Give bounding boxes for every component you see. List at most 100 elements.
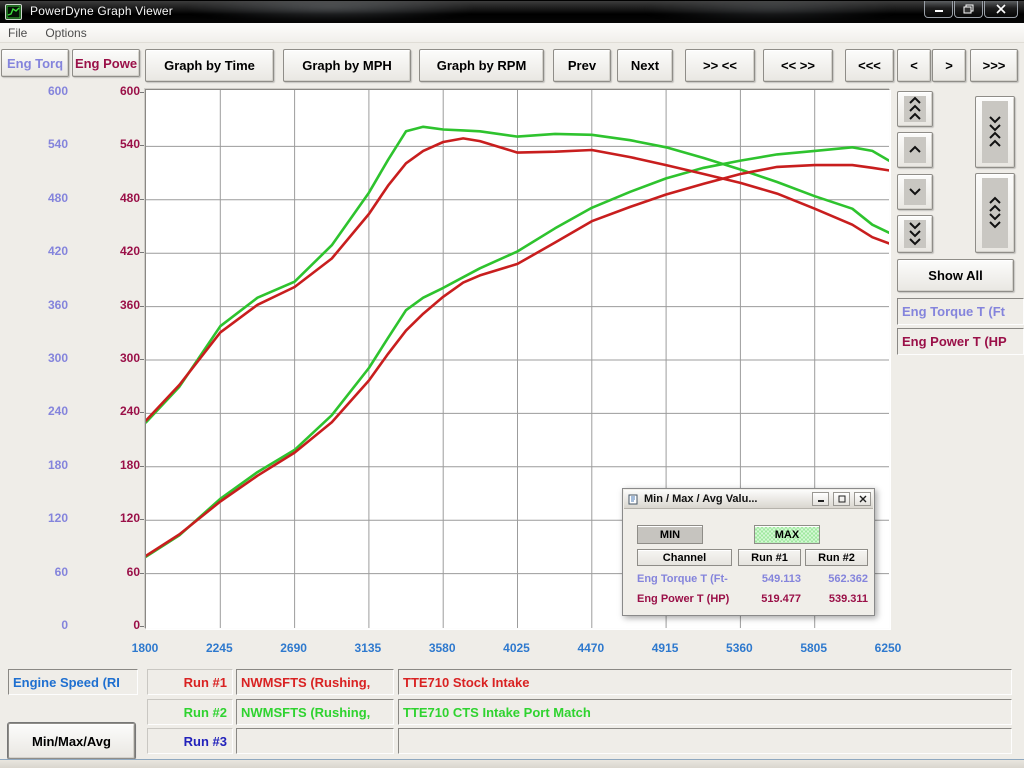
menu-file[interactable]: File [8,26,27,40]
torque-channel-label-box: Eng Torque T (Ft [897,298,1024,325]
close-icon [859,495,867,503]
legend-file-box-2: NWMSFTS (Rushing, [236,699,394,725]
rpm-tick-6250: 6250 [858,641,918,655]
minmax-minimize-button[interactable] [812,492,829,506]
minmax-row-channel: Eng Power T (HP) [637,593,729,605]
jump-right-button[interactable]: >>> [970,49,1018,82]
minimize-icon [934,5,944,13]
power-tick-300: 300 [80,351,140,365]
power-tick-120: 120 [80,511,140,525]
torque-tick-180: 180 [8,458,68,472]
graph-by-rpm-button[interactable]: Graph by RPM [419,49,544,82]
x-channel-box: Engine Speed (RI [8,669,138,695]
prev-button-label: Prev [568,58,596,73]
torque-tick-300: 300 [8,351,68,365]
next-button-label: Next [631,58,659,73]
max-tab-button[interactable]: MAX [754,525,820,544]
zoom-out-range-button[interactable] [975,173,1015,253]
power-channel-label-box: Eng Power T (HP [897,328,1024,355]
menu-options[interactable]: Options [45,26,86,40]
power-axis-label: Eng Powe [75,56,137,71]
zoom-in-button[interactable]: >> << [685,49,755,82]
rpm-tick-4025: 4025 [487,641,547,655]
torque-axis-label: Eng Torq [7,56,63,71]
chevron-up-icon [904,137,926,163]
scroll-down-fast-button[interactable] [897,215,933,253]
menu-bar: File Options [0,23,1024,43]
minmax-col-label: Run #1 [751,552,788,564]
minmax-avg-button[interactable]: Min/Max/Avg [8,723,135,759]
graph-by-time-button-label: Graph by Time [164,58,255,73]
app-window: PowerDyne Graph Viewer File Options Eng T… [0,0,1024,768]
power-tick-0: 0 [80,618,140,632]
minmax-row-run1-value: 519.477 [738,593,801,605]
x-channel-label: Engine Speed (RI [13,675,120,690]
maximize-button[interactable] [954,1,983,18]
zoom-in-range-button[interactable] [975,96,1015,168]
torque-tick-480: 480 [8,191,68,205]
chevron-down-icon [904,179,926,205]
close-button[interactable] [984,1,1018,18]
restore-icon [963,4,974,14]
scroll-up-fast-button[interactable] [897,91,933,127]
minmax-maximize-button[interactable] [833,492,850,506]
prev-button[interactable]: Prev [553,49,611,82]
rpm-tick-5805: 5805 [784,641,844,655]
show-all-label: Show All [928,268,982,283]
title-bar: PowerDyne Graph Viewer [0,1,1024,23]
jump-left-button-label: <<< [858,58,881,73]
legend-desc-box-2: TTE710 CTS Intake Port Match [398,699,1012,725]
window-bottom-frame [0,759,1024,768]
minmax-col-header-1[interactable]: Run #1 [738,549,801,566]
jump-right-button-label: >>> [983,58,1006,73]
minimize-button[interactable] [924,1,953,18]
minmax-avg-label: Min/Max/Avg [32,734,111,749]
rpm-tick-2690: 2690 [264,641,324,655]
legend-desc-box-3 [398,728,1012,754]
legend-file-label: NWMSFTS (Rushing, [241,705,370,720]
power-axis-button[interactable]: Eng Powe [72,49,140,77]
power-tick-240: 240 [80,404,140,418]
max-tab-label: MAX [775,529,799,541]
minmax-col-header-0[interactable]: Channel [637,549,732,566]
minmax-row-run2-value: 539.311 [805,593,868,605]
step-right-button[interactable]: > [932,49,966,82]
graph-by-mph-button[interactable]: Graph by MPH [283,49,411,82]
chevrons-collapse-icon [982,101,1008,163]
step-left-button[interactable]: < [897,49,931,82]
minmax-title-bar[interactable]: Min / Max / Avg Valu... [624,490,873,509]
rpm-tick-1800: 1800 [115,641,175,655]
torque-tick-600: 600 [8,84,68,98]
torque-tick-0: 0 [8,618,68,632]
torque-tick-240: 240 [8,404,68,418]
minmax-col-header-2[interactable]: Run #2 [805,549,868,566]
torque-tick-540: 540 [8,137,68,151]
legend-desc-label: TTE710 CTS Intake Port Match [403,705,591,720]
power-channel-label: Eng Power T (HP [902,334,1007,349]
next-button[interactable]: Next [617,49,673,82]
legend-run-label: Run #1 [184,675,227,690]
power-tick-60: 60 [80,565,140,579]
min-tab-button[interactable]: MIN [637,525,703,544]
legend-file-label: NWMSFTS (Rushing, [241,675,370,690]
power-tick-420: 420 [80,244,140,258]
minmax-row-run1-value: 549.113 [738,573,801,585]
maximize-icon [838,495,846,503]
legend-desc-box-1: TTE710 Stock Intake [398,669,1012,695]
graph-by-time-button[interactable]: Graph by Time [145,49,274,82]
step-left-button-label: < [910,58,918,73]
triple-chevron-down-icon [904,220,926,248]
rpm-tick-4915: 4915 [635,641,695,655]
jump-left-button[interactable]: <<< [845,49,894,82]
minmax-window[interactable]: Min / Max / Avg Valu... MIN MAX Channel R… [622,488,875,616]
zoom-out-button[interactable]: << >> [763,49,833,82]
graph-by-rpm-button-label: Graph by RPM [437,58,527,73]
torque-tick-360: 360 [8,298,68,312]
rpm-tick-5360: 5360 [709,641,769,655]
show-all-button[interactable]: Show All [897,259,1014,292]
scroll-down-button[interactable] [897,174,933,210]
torque-axis-button[interactable]: Eng Torq [1,49,69,77]
minmax-close-button[interactable] [854,492,871,506]
scroll-up-button[interactable] [897,132,933,168]
legend-run-label: Run #2 [184,705,227,720]
